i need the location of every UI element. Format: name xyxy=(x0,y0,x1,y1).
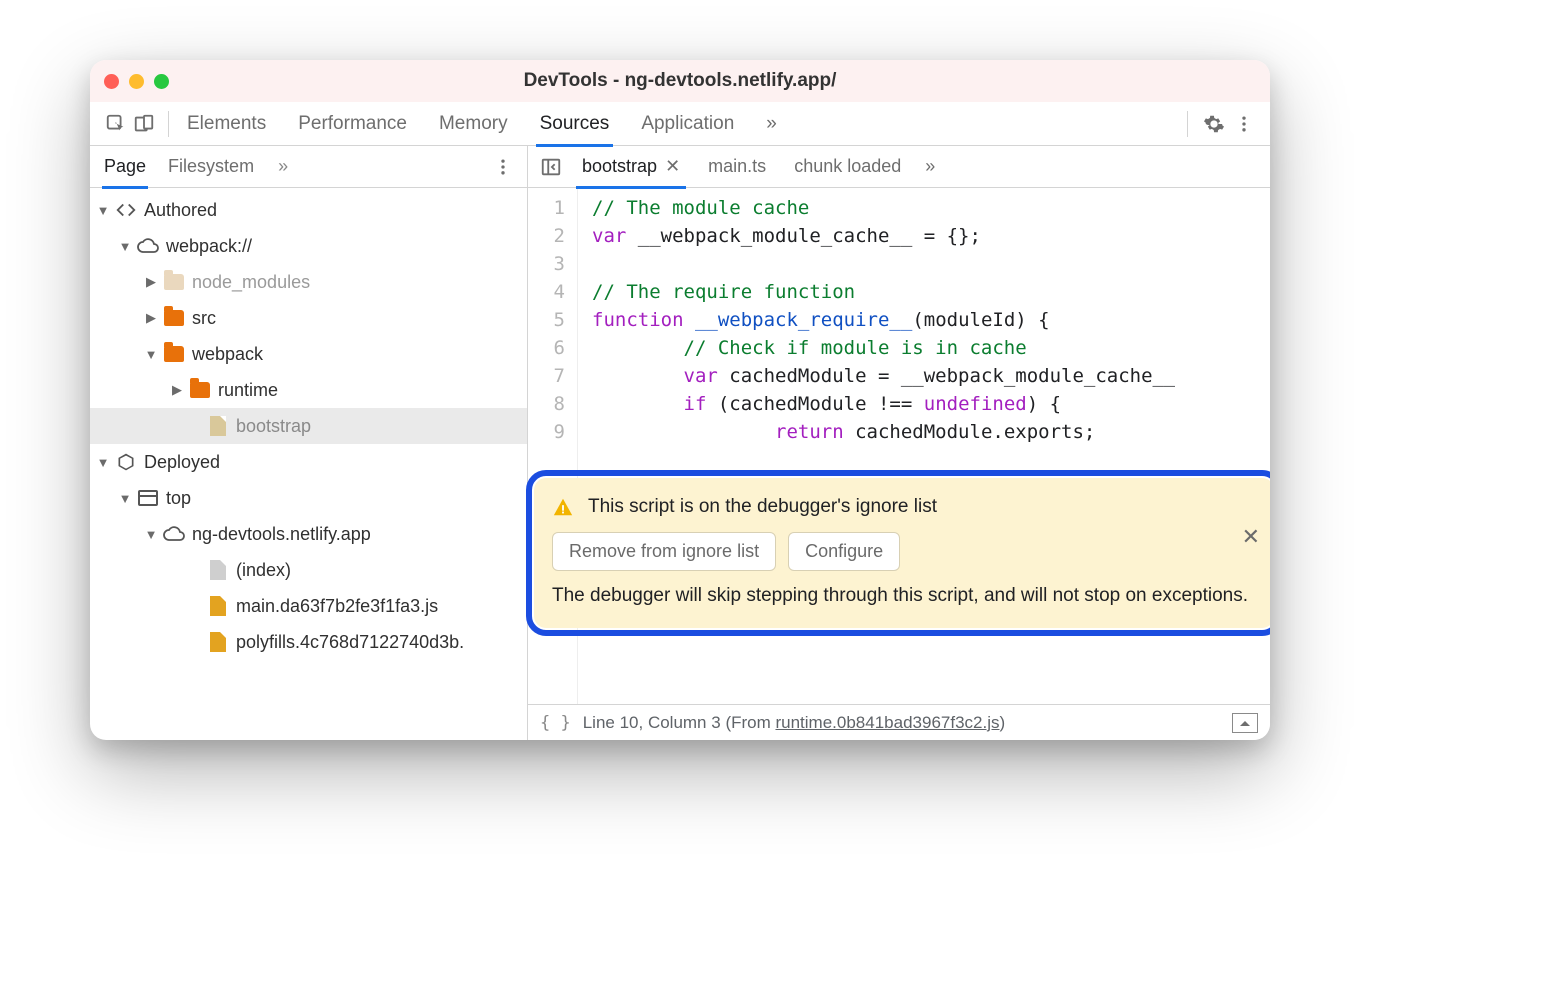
code-tag-icon xyxy=(114,198,138,222)
disclosure-down-icon: ▼ xyxy=(142,527,160,542)
frame-icon xyxy=(136,486,160,510)
editor-tab-bootstrap[interactable]: bootstrap ✕ xyxy=(570,146,692,188)
editor-tabs: bootstrap ✕ main.ts chunk loaded » xyxy=(528,146,1270,188)
tree-item-index[interactable]: (index) xyxy=(90,552,527,588)
kebab-menu-icon[interactable] xyxy=(1230,110,1258,138)
tree-item-node-modules[interactable]: ▶ node_modules xyxy=(90,264,527,300)
disclosure-down-icon: ▼ xyxy=(116,239,134,254)
cloud-icon xyxy=(162,522,186,546)
devtools-window: DevTools - ng-devtools.netlify.app/ Elem… xyxy=(90,60,1270,740)
close-tab-icon[interactable]: ✕ xyxy=(665,156,680,177)
tree-item-polyfills[interactable]: polyfills.4c768d7122740d3b. xyxy=(90,624,527,660)
cloud-icon xyxy=(136,234,160,258)
tree-item-runtime[interactable]: ▶ runtime xyxy=(90,372,527,408)
divider xyxy=(168,111,169,137)
tab-memory[interactable]: Memory xyxy=(439,102,508,146)
tree-group-authored[interactable]: ▼ Authored xyxy=(90,192,527,228)
close-banner-icon[interactable]: ✕ xyxy=(1242,524,1260,550)
tab-elements[interactable]: Elements xyxy=(187,102,266,146)
body: Page Filesystem » ▼ Authored ▼ webpack:/… xyxy=(90,146,1270,740)
tree-item-top[interactable]: ▼ top xyxy=(90,480,527,516)
file-icon xyxy=(206,630,230,654)
toggle-drawer-icon[interactable] xyxy=(1232,713,1258,733)
tree-item-src[interactable]: ▶ src xyxy=(90,300,527,336)
navigator-tab-page[interactable]: Page xyxy=(104,146,146,188)
tree-item-webpack-root[interactable]: ▼ webpack:// xyxy=(90,228,527,264)
banner-description: The debugger will skip stepping through … xyxy=(552,583,1254,610)
source-map-link[interactable]: runtime.0b841bad3967f3c2.js xyxy=(775,713,999,732)
folder-icon xyxy=(162,306,186,330)
tab-sources[interactable]: Sources xyxy=(540,102,610,146)
disclosure-down-icon: ▼ xyxy=(142,347,160,362)
remove-from-ignore-list-button[interactable]: Remove from ignore list xyxy=(552,532,776,571)
tree-item-domain[interactable]: ▼ ng-devtools.netlify.app xyxy=(90,516,527,552)
panel-tabs: Elements Performance Memory Sources Appl… xyxy=(187,102,1177,146)
editor-statusbar: { } Line 10, Column 3 (From runtime.0b84… xyxy=(528,704,1270,740)
warning-icon xyxy=(552,496,574,518)
folder-icon xyxy=(162,270,186,294)
configure-button[interactable]: Configure xyxy=(788,532,900,571)
tab-performance[interactable]: Performance xyxy=(298,102,407,146)
folder-icon xyxy=(188,378,212,402)
package-icon xyxy=(114,450,138,474)
disclosure-right-icon: ▶ xyxy=(168,382,186,398)
toggle-navigator-icon[interactable] xyxy=(536,156,566,178)
file-icon xyxy=(206,594,230,618)
editor-pane: bootstrap ✕ main.ts chunk loaded » 12345… xyxy=(528,146,1270,740)
disclosure-down-icon: ▼ xyxy=(94,203,112,218)
navigator-more-icon[interactable] xyxy=(489,153,517,181)
main-toolbar: Elements Performance Memory Sources Appl… xyxy=(90,102,1270,146)
device-toggle-icon[interactable] xyxy=(130,110,158,138)
file-icon xyxy=(206,414,230,438)
disclosure-down-icon: ▼ xyxy=(116,491,134,506)
editor-tab-main-ts[interactable]: main.ts xyxy=(696,146,778,188)
editor-tab-chunk-loaded[interactable]: chunk loaded xyxy=(782,146,913,188)
tab-application[interactable]: Application xyxy=(641,102,734,146)
sources-sidebar: Page Filesystem » ▼ Authored ▼ webpack:/… xyxy=(90,146,528,740)
disclosure-right-icon: ▶ xyxy=(142,274,160,290)
navigator-tabs-overflow-icon[interactable]: » xyxy=(278,156,288,177)
gear-icon[interactable] xyxy=(1200,110,1228,138)
file-tree: ▼ Authored ▼ webpack:// ▶ node_modules ▶ xyxy=(90,188,527,740)
tabs-overflow-icon[interactable]: » xyxy=(766,102,777,146)
navigator-tabs: Page Filesystem » xyxy=(90,146,527,188)
divider xyxy=(1187,111,1188,137)
inspect-icon[interactable] xyxy=(102,110,130,138)
disclosure-right-icon: ▶ xyxy=(142,310,160,326)
tree-item-main-js[interactable]: main.da63f7b2fe3f1fa3.js xyxy=(90,588,527,624)
cursor-position: Line 10, Column 3 (From runtime.0b841bad… xyxy=(583,713,1005,733)
folder-icon xyxy=(162,342,186,366)
tree-item-bootstrap[interactable]: bootstrap xyxy=(90,408,527,444)
editor-tabs-overflow-icon[interactable]: » xyxy=(917,146,943,188)
window-title: DevTools - ng-devtools.netlify.app/ xyxy=(90,70,1270,92)
titlebar: DevTools - ng-devtools.netlify.app/ xyxy=(90,60,1270,102)
tree-group-deployed[interactable]: ▼ Deployed xyxy=(90,444,527,480)
navigator-tab-filesystem[interactable]: Filesystem xyxy=(168,146,254,188)
tree-item-webpack[interactable]: ▼ webpack xyxy=(90,336,527,372)
ignore-list-banner: This script is on the debugger's ignore … xyxy=(526,470,1270,636)
banner-title: This script is on the debugger's ignore … xyxy=(588,496,937,518)
disclosure-down-icon: ▼ xyxy=(94,455,112,470)
file-icon xyxy=(206,558,230,582)
pretty-print-icon[interactable]: { } xyxy=(540,713,571,733)
